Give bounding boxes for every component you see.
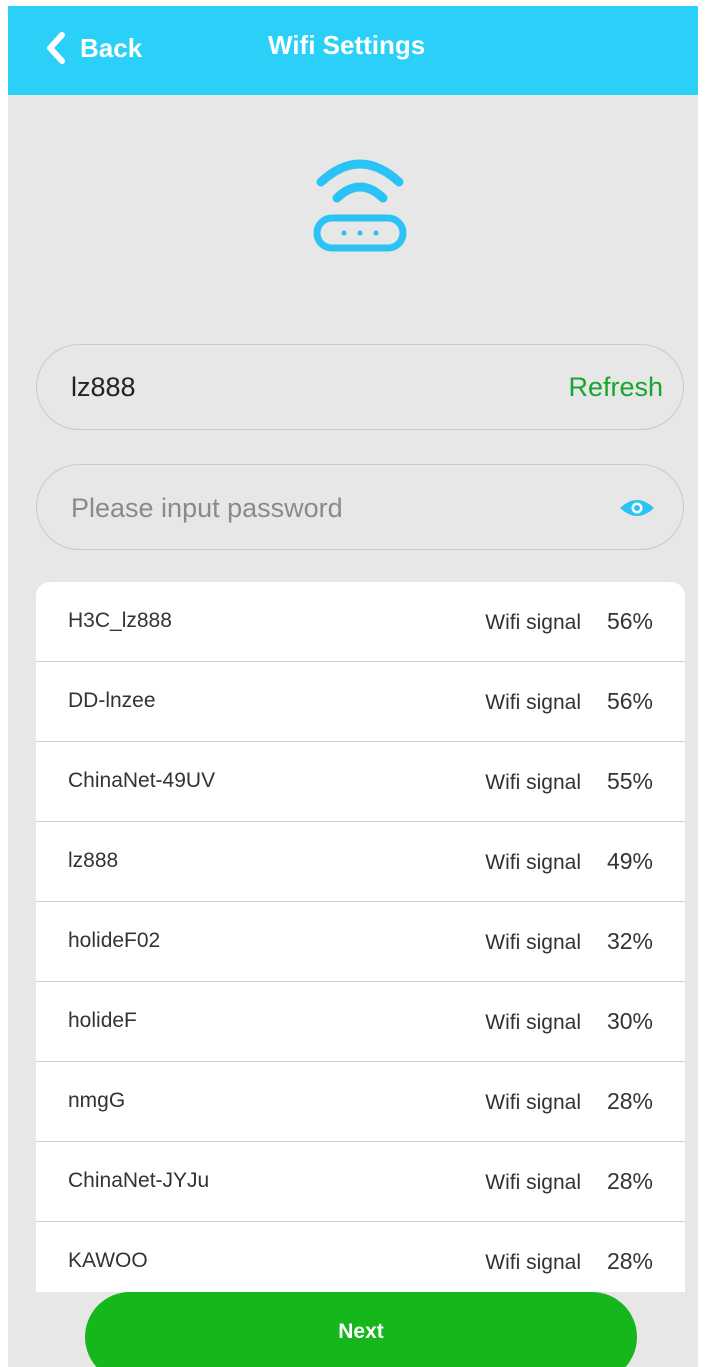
- wifi-router-icon: [313, 159, 407, 252]
- signal-value: 28%: [606, 1168, 653, 1194]
- signal-label: Wifi signal: [485, 1251, 581, 1274]
- signal-value: 30%: [606, 1008, 653, 1034]
- list-item[interactable]: lz888 Wifi signal 49%: [36, 822, 685, 902]
- signal-label: Wifi signal: [485, 1171, 581, 1194]
- network-ssid: ChinaNet-JYJu: [68, 1169, 210, 1192]
- list-item[interactable]: ChinaNet-49UV Wifi signal 55%: [36, 742, 685, 822]
- list-item[interactable]: holideF02 Wifi signal 32%: [36, 902, 685, 982]
- signal-value: 28%: [606, 1088, 653, 1114]
- ssid-field[interactable]: lz888 Refresh: [36, 344, 684, 430]
- refresh-button[interactable]: Refresh: [568, 372, 663, 403]
- ssid-value: lz888: [71, 372, 136, 402]
- eye-icon[interactable]: [619, 497, 655, 519]
- chevron-left-icon: [47, 32, 65, 64]
- network-ssid: nmgG: [68, 1089, 126, 1112]
- signal-value: 49%: [606, 848, 653, 874]
- wifi-network-list: H3C_lz888 Wifi signal 56% DD-lnzee Wifi …: [36, 582, 685, 1292]
- signal-value: 32%: [606, 928, 653, 954]
- list-item[interactable]: KAWOO Wifi signal 28%: [36, 1222, 685, 1292]
- next-button[interactable]: Next: [85, 1292, 637, 1367]
- signal-label: Wifi signal: [485, 1091, 581, 1114]
- password-input[interactable]: [69, 487, 593, 529]
- screen: Back Wifi Settings lz888 Refresh H3C_lz8…: [8, 6, 698, 1367]
- list-item[interactable]: nmgG Wifi signal 28%: [36, 1062, 685, 1142]
- back-button[interactable]: Back: [42, 28, 142, 68]
- signal-value: 28%: [606, 1248, 653, 1274]
- back-label: Back: [80, 32, 143, 63]
- network-ssid: H3C_lz888: [68, 609, 172, 632]
- signal-value: 55%: [606, 768, 653, 794]
- password-field-container: [36, 464, 684, 550]
- list-item[interactable]: ChinaNet-JYJu Wifi signal 28%: [36, 1142, 685, 1222]
- signal-label: Wifi signal: [485, 1011, 581, 1034]
- network-ssid: KAWOO: [68, 1249, 148, 1272]
- signal-label: Wifi signal: [485, 931, 581, 954]
- signal-label: Wifi signal: [485, 771, 581, 794]
- network-ssid: lz888: [68, 849, 119, 872]
- signal-label: Wifi signal: [485, 611, 581, 634]
- header-bar: Back Wifi Settings: [8, 6, 698, 95]
- page-title: Wifi Settings: [268, 30, 426, 60]
- signal-label: Wifi signal: [485, 851, 581, 874]
- network-ssid: holideF02: [68, 929, 161, 952]
- network-ssid: ChinaNet-49UV: [68, 769, 216, 792]
- network-ssid: DD-lnzee: [68, 689, 156, 712]
- list-item[interactable]: H3C_lz888 Wifi signal 56%: [36, 582, 685, 662]
- list-item[interactable]: DD-lnzee Wifi signal 56%: [36, 662, 685, 742]
- list-item[interactable]: holideF Wifi signal 30%: [36, 982, 685, 1062]
- network-ssid: holideF: [68, 1009, 137, 1032]
- signal-value: 56%: [606, 608, 653, 634]
- signal-label: Wifi signal: [485, 691, 581, 714]
- signal-value: 56%: [606, 688, 653, 714]
